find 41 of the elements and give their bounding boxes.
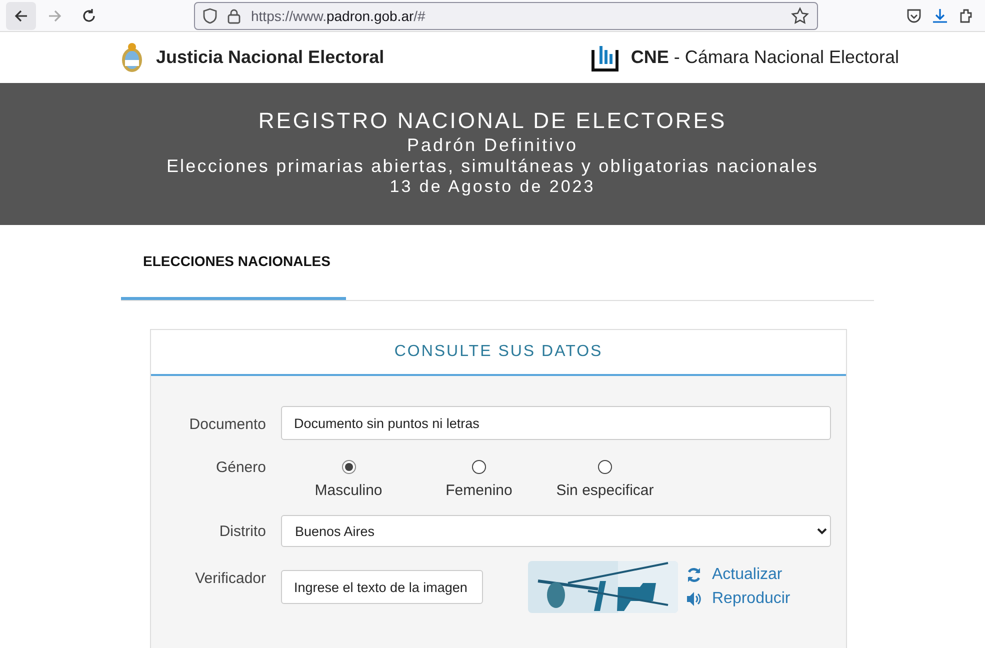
refresh-icon [686,567,702,583]
institution-logo-icon [590,44,619,72]
document-field[interactable]: Documento sin puntos ni letras [281,406,831,440]
tab[interactable]: ELECCIONES NACIONALES [121,225,346,300]
registry-title: REGISTRO NACIONAL DE ELECTORES [258,108,727,134]
site-title: Justicia Nacional Electoral [156,47,384,68]
address-bar[interactable]: https://www.padron.gob.ar/# [194,2,818,30]
radio-label: Femenino [446,482,512,499]
district-select[interactable]: Buenos Aires [281,515,831,547]
download-icon[interactable] [931,6,949,24]
lock-icon [227,8,241,24]
link[interactable]: Reproducir [686,590,790,608]
gender-radio[interactable]: Sin especificar [542,460,668,499]
radio-circle[interactable] [342,460,356,474]
radio-label: Sin especificar [556,482,654,499]
radio-label: Masculino [314,482,382,499]
back-arrow-icon [13,8,29,24]
radio-circle[interactable] [472,460,486,474]
verifier-field[interactable]: Ingrese el texto de la imagen [281,570,483,604]
field-label: Documento [188,416,266,435]
gender-radio[interactable]: Femenino [416,460,542,499]
field-label: Verificador [194,570,266,589]
field-label: Género [214,459,266,478]
election-name: Elecciones primarias abiertas, simultáneas y obligatorias nacionales [166,156,819,177]
gender-radio[interactable]: Masculino [281,460,416,499]
field-label: Distrito [218,523,266,542]
speaker-icon [686,591,702,607]
reload-icon [81,8,97,24]
radio-circle[interactable] [598,460,612,474]
url-text: https://www.padron.gob.ar/# [251,8,426,24]
star-icon[interactable] [791,6,809,24]
form-title: CONSULTE SUS DATOS [151,330,846,376]
election-date: 13 de Agosto de 2023 [390,176,596,196]
institution-title: CNE - Cámara Nacional Electoral [630,47,899,68]
forward-arrow-icon [47,8,63,24]
coat-of-arms-icon [120,42,144,74]
registry-subtitle: Padrón Definitivo [406,135,578,156]
back-button[interactable] [6,2,36,30]
shield-icon [203,8,217,24]
pocket-icon[interactable] [905,6,923,24]
link[interactable]: Actualizar [686,566,790,584]
